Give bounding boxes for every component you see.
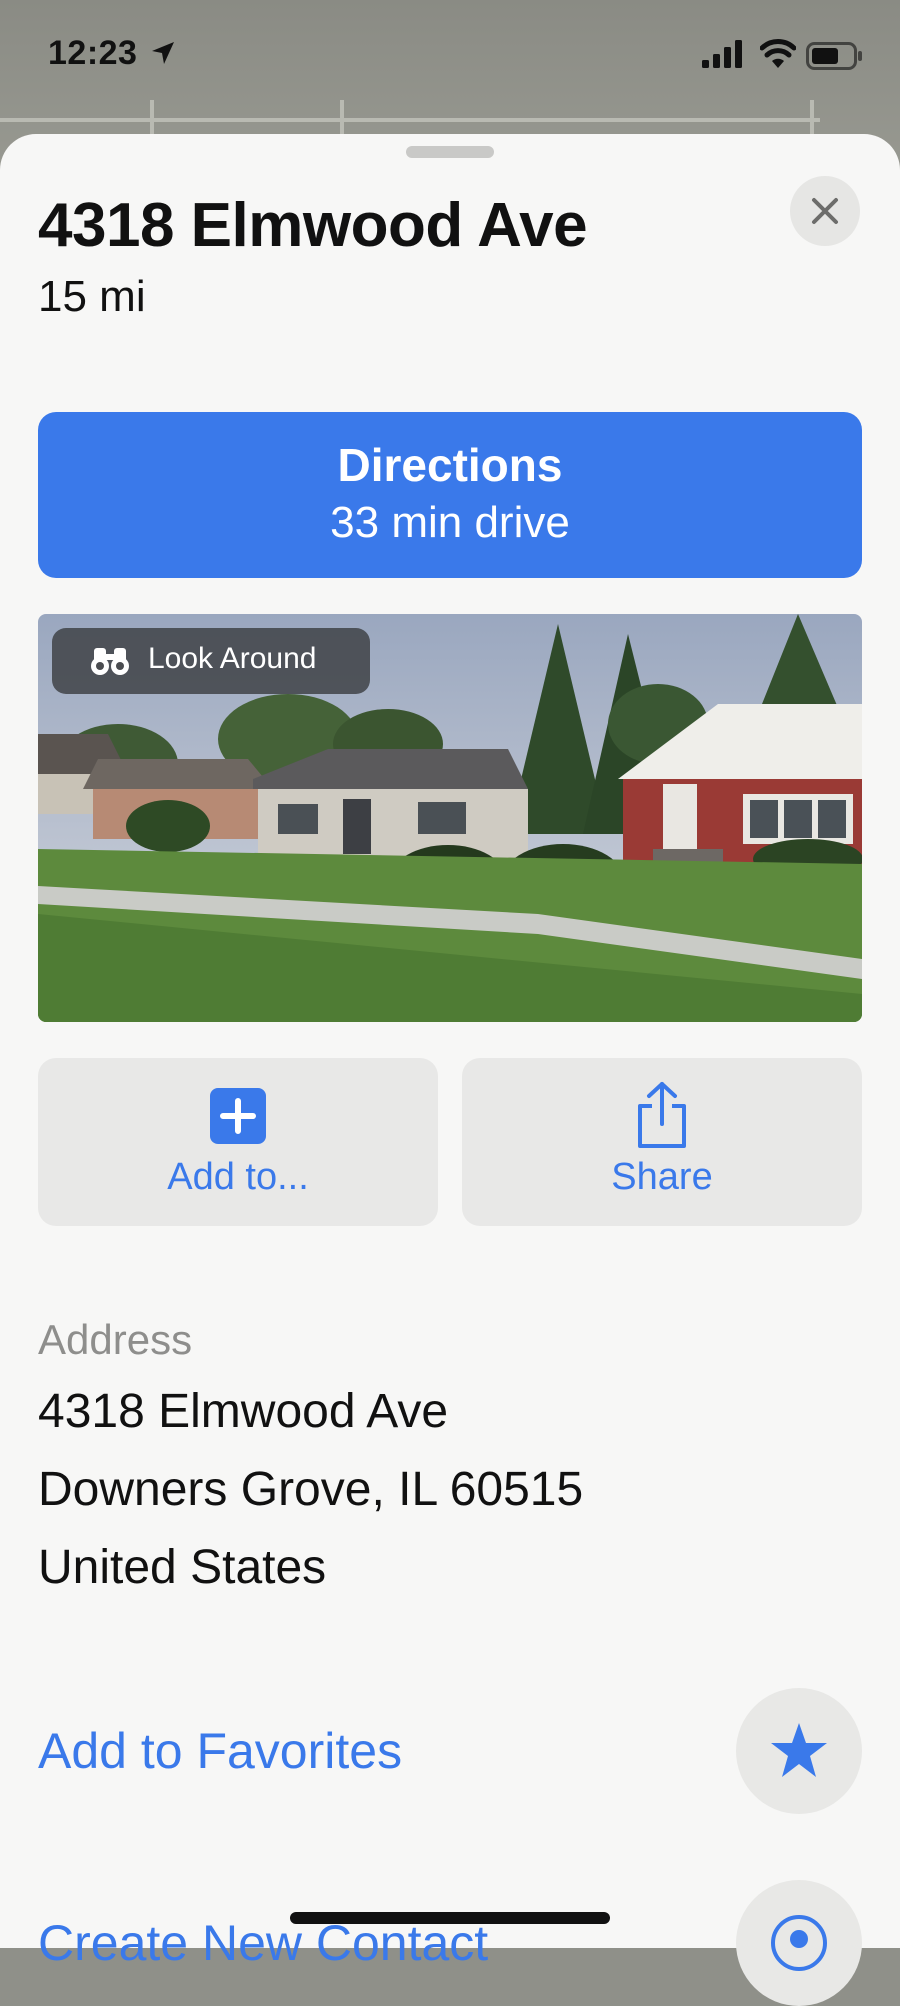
place-distance: 15 mi — [38, 272, 146, 321]
binoculars-icon — [91, 648, 129, 675]
add-to-button[interactable]: Add to... — [38, 1058, 438, 1226]
add-to-label: Add to... — [167, 1156, 309, 1198]
share-icon — [638, 1082, 686, 1148]
close-button[interactable] — [790, 176, 860, 246]
sheet-grabber[interactable] — [406, 146, 494, 158]
status-time: 12:23 — [48, 34, 138, 72]
contact-icon — [771, 1915, 827, 1971]
home-indicator[interactable] — [290, 1912, 610, 1924]
place-card: 4318 Elmwood Ave 15 mi Directions 33 min… — [0, 134, 900, 2006]
map-road — [0, 118, 820, 122]
directions-label: Directions — [337, 439, 563, 491]
share-label: Share — [611, 1156, 713, 1198]
look-around-button[interactable]: Look Around — [52, 628, 370, 694]
share-button[interactable]: Share — [462, 1058, 862, 1226]
battery-icon — [806, 42, 862, 70]
look-around-preview[interactable]: Look Around — [38, 614, 862, 1022]
cellular-signal-icon — [702, 40, 742, 68]
look-around-label: Look Around — [148, 642, 317, 675]
status-bar: 12:23 — [0, 0, 900, 110]
add-to-favorites-link[interactable]: Add to Favorites — [38, 1722, 402, 1780]
wifi-icon — [760, 39, 796, 68]
contact-button[interactable] — [736, 1880, 862, 2006]
plus-square-icon — [210, 1088, 266, 1144]
address-line-1[interactable]: 4318 Elmwood Ave — [38, 1384, 448, 1439]
star-icon — [771, 1723, 827, 1777]
favorites-button[interactable] — [736, 1688, 862, 1814]
address-line-3[interactable]: United States — [38, 1540, 326, 1595]
address-line-2[interactable]: Downers Grove, IL 60515 — [38, 1462, 583, 1517]
directions-eta: 33 min drive — [330, 498, 570, 547]
address-heading: Address — [38, 1316, 193, 1363]
directions-button[interactable]: Directions 33 min drive — [38, 412, 862, 578]
place-title: 4318 Elmwood Ave — [38, 191, 588, 260]
close-icon — [812, 198, 838, 224]
location-arrow-icon — [152, 42, 174, 64]
